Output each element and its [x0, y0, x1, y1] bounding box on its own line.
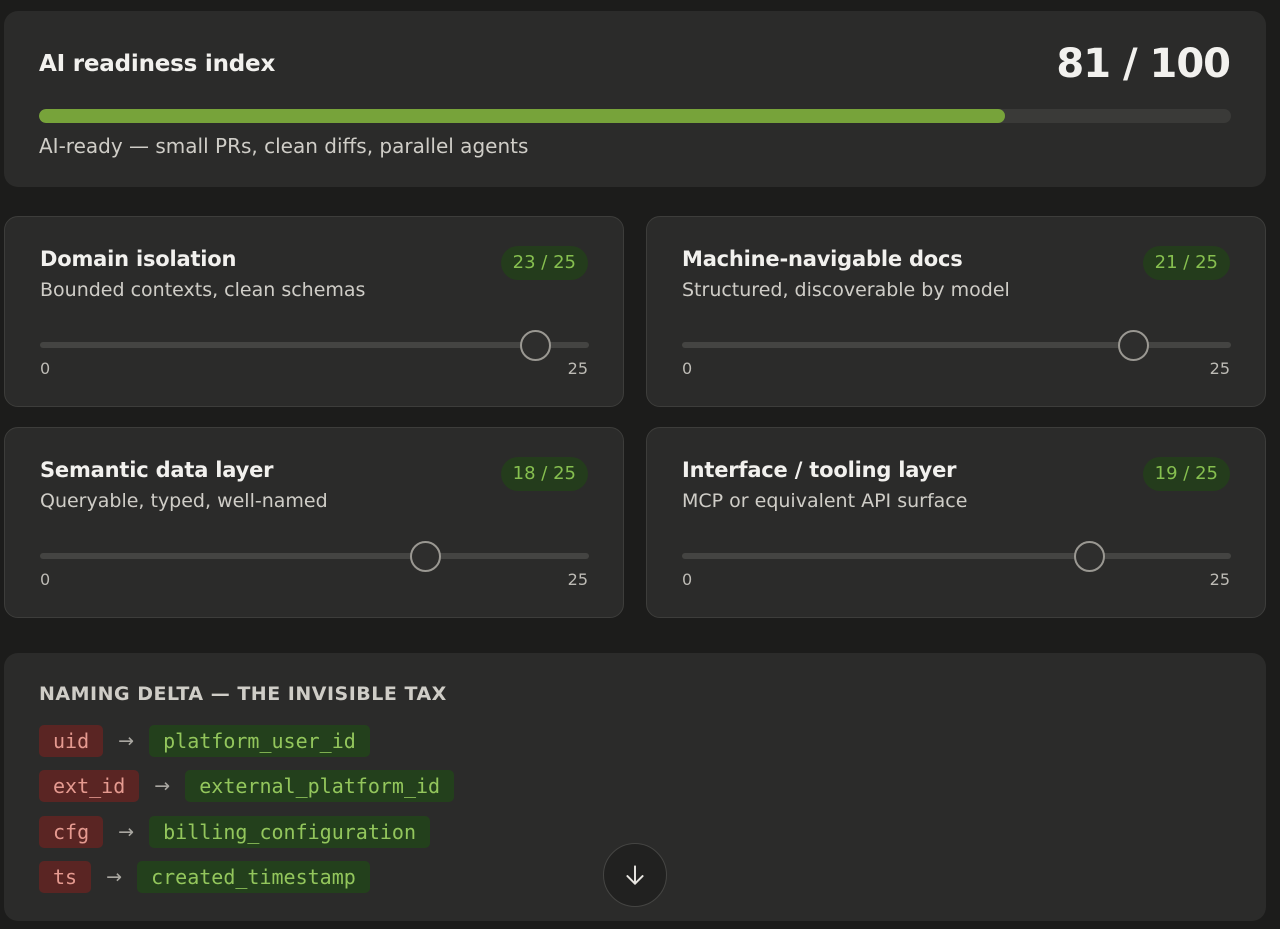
naming-row: uid → platform_user_id: [39, 725, 370, 757]
metric-slider-max-label: 25: [1209, 359, 1230, 378]
metric-subtitle: Bounded contexts, clean schemas: [40, 279, 366, 301]
old-name-chip: ext_id: [39, 770, 140, 802]
readiness-index-caption: AI-ready — small PRs, clean diffs, paral…: [39, 134, 529, 158]
metric-slider-thumb[interactable]: [1073, 541, 1105, 572]
metric-card-semantic-data-layer: Semantic data layer 18 / 25 Queryable, t…: [4, 427, 624, 618]
readiness-index-title: AI readiness index: [39, 51, 276, 77]
new-name-chip: external_platform_id: [185, 770, 455, 802]
metric-slider-max-label: 25: [567, 359, 588, 378]
arrow-right-icon: →: [118, 730, 135, 752]
metric-score-badge: 21 / 25: [1142, 246, 1230, 280]
metric-score-badge: 18 / 25: [500, 457, 588, 491]
arrow-right-icon: →: [118, 821, 135, 843]
arrow-right-icon: →: [106, 866, 123, 888]
metric-subtitle: Structured, discoverable by model: [682, 279, 1010, 301]
readiness-index-score: 81 / 100: [1056, 41, 1231, 87]
naming-row: ext_id → external_platform_id: [39, 770, 455, 802]
metric-title: Domain isolation: [40, 247, 237, 271]
metric-subtitle: Queryable, typed, well-named: [40, 490, 328, 512]
metric-slider-track[interactable]: [682, 553, 1231, 559]
metric-slider-max-label: 25: [567, 570, 588, 589]
readiness-progress-fill: [39, 109, 1005, 123]
metric-title: Machine-navigable docs: [682, 247, 963, 271]
metric-slider-track[interactable]: [40, 342, 589, 348]
metric-title: Interface / tooling layer: [682, 458, 957, 482]
new-name-chip: billing_configuration: [149, 816, 430, 848]
new-name-chip: created_timestamp: [137, 861, 370, 893]
scroll-down-button[interactable]: [603, 843, 667, 907]
metric-slider-min-label: 0: [40, 359, 51, 378]
metric-title: Semantic data layer: [40, 458, 274, 482]
metric-card-interface-tooling-layer: Interface / tooling layer 19 / 25 MCP or…: [646, 427, 1266, 618]
metric-slider-track[interactable]: [40, 553, 589, 559]
metric-slider-min-label: 0: [682, 359, 693, 378]
readiness-index-card: AI readiness index 81 / 100 AI-ready — s…: [4, 11, 1266, 187]
metric-slider-thumb[interactable]: [519, 330, 551, 361]
arrow-right-icon: →: [154, 775, 171, 797]
new-name-chip: platform_user_id: [149, 725, 370, 757]
metric-slider-thumb[interactable]: [409, 541, 441, 572]
naming-row: ts → created_timestamp: [39, 861, 370, 893]
metric-card-domain-isolation: Domain isolation 23 / 25 Bounded context…: [4, 216, 624, 407]
metric-score-badge: 19 / 25: [1142, 457, 1230, 491]
metric-slider-min-label: 0: [40, 570, 51, 589]
metric-slider-max-label: 25: [1209, 570, 1230, 589]
arrow-down-icon: [626, 865, 644, 885]
naming-row: cfg → billing_configuration: [39, 816, 430, 848]
metric-card-machine-navigable-docs: Machine-navigable docs 21 / 25 Structure…: [646, 216, 1266, 407]
metric-subtitle: MCP or equivalent API surface: [682, 490, 968, 512]
readiness-progress-bar: [39, 109, 1231, 123]
metric-slider-min-label: 0: [682, 570, 693, 589]
old-name-chip: ts: [39, 861, 92, 893]
naming-delta-card: NAMING DELTA — THE INVISIBLE TAX uid → p…: [4, 653, 1266, 921]
old-name-chip: cfg: [39, 816, 104, 848]
naming-delta-title: NAMING DELTA — THE INVISIBLE TAX: [39, 683, 447, 705]
old-name-chip: uid: [39, 725, 104, 757]
metric-slider-thumb[interactable]: [1117, 330, 1149, 361]
metric-score-badge: 23 / 25: [500, 246, 588, 280]
